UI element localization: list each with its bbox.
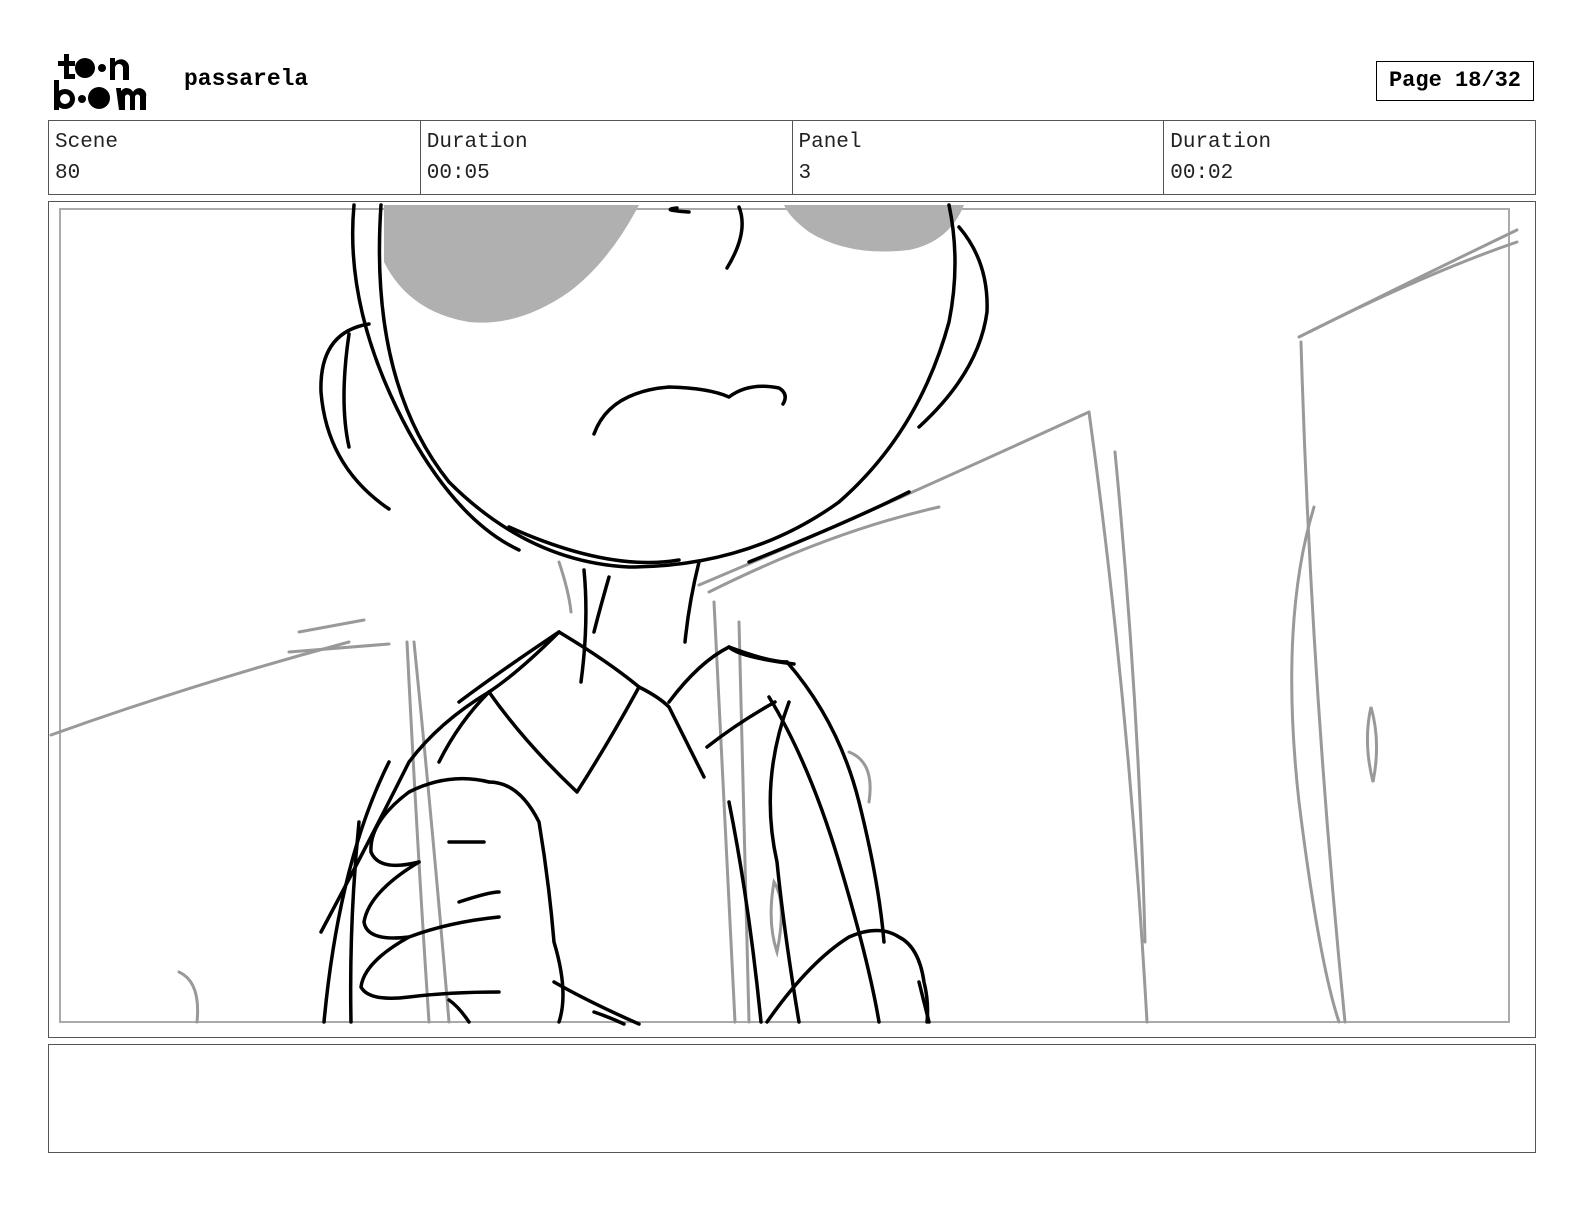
scene-duration-value: 00:05 (426, 162, 490, 185)
panel-notes (48, 1044, 1536, 1153)
storyboard-panel (48, 201, 1536, 1038)
toonboom-logo (54, 54, 147, 110)
panel-duration-cell: Duration 00:02 (1164, 121, 1535, 194)
panel-cell: Panel 3 (793, 121, 1165, 194)
scene-duration-label: Duration (426, 131, 528, 154)
safe-frame (59, 208, 1510, 1023)
scene-label: Scene (55, 131, 119, 154)
background-rough-lines (49, 228, 1519, 1024)
page-indicator: Page 18/32 (1376, 61, 1534, 101)
project-title: passarela (184, 66, 309, 92)
glasses-shadow (384, 205, 964, 323)
storyboard-sketch-icon (49, 203, 1519, 1026)
scene-info-table: Scene 80 Duration 00:05 Panel 3 Duration… (48, 120, 1536, 195)
panel-duration-label: Duration (1170, 131, 1272, 154)
panel-label: Panel (798, 131, 862, 154)
scene-value: 80 (55, 162, 81, 185)
panel-value: 3 (798, 162, 812, 185)
scene-cell: Scene 80 (49, 121, 421, 194)
panel-duration-value: 00:02 (1170, 162, 1234, 185)
scene-duration-cell: Duration 00:05 (421, 121, 793, 194)
